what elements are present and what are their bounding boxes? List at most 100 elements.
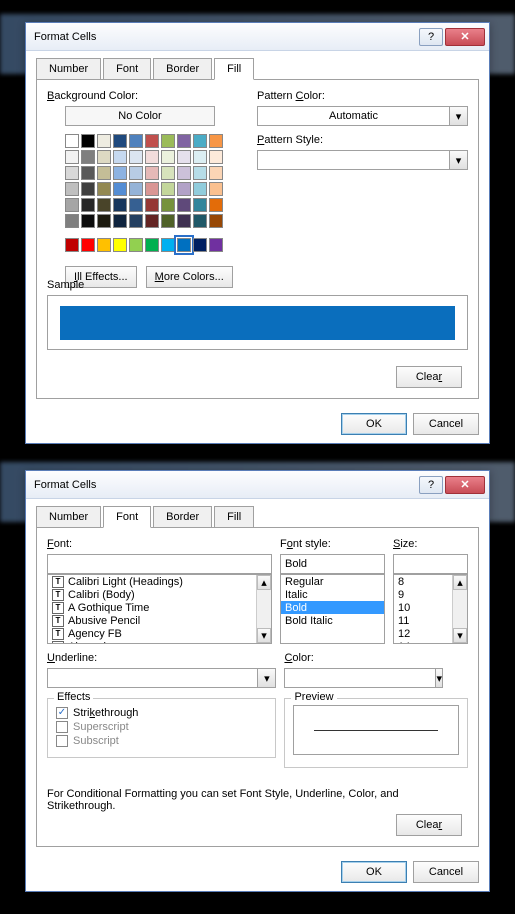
color-swatch[interactable] (145, 198, 159, 212)
color-swatch[interactable] (193, 182, 207, 196)
list-item[interactable]: TA Gothique Time (48, 601, 271, 614)
color-swatch[interactable] (113, 238, 127, 252)
color-swatch[interactable] (81, 150, 95, 164)
color-swatch[interactable] (113, 166, 127, 180)
color-swatch[interactable] (81, 182, 95, 196)
color-swatch[interactable] (65, 150, 79, 164)
cancel-button[interactable]: Cancel (413, 413, 479, 435)
color-swatch[interactable] (161, 182, 175, 196)
color-swatch[interactable] (113, 182, 127, 196)
tab-font[interactable]: Font (103, 58, 151, 80)
chevron-down-icon[interactable]: ▾ (450, 106, 468, 126)
color-swatch[interactable] (81, 166, 95, 180)
color-swatch[interactable] (193, 150, 207, 164)
color-swatch[interactable] (113, 198, 127, 212)
color-swatch[interactable] (113, 214, 127, 228)
color-swatch[interactable] (81, 238, 95, 252)
color-swatch[interactable] (209, 166, 223, 180)
color-swatch[interactable] (129, 182, 143, 196)
color-swatch[interactable] (65, 166, 79, 180)
ok-button[interactable]: OK (341, 861, 407, 883)
color-swatch[interactable] (145, 238, 159, 252)
color-swatch[interactable] (129, 198, 143, 212)
list-item[interactable]: Bold (281, 601, 384, 614)
color-swatch[interactable] (81, 198, 95, 212)
color-swatch[interactable] (177, 198, 191, 212)
color-swatch[interactable] (209, 238, 223, 252)
color-swatch[interactable] (209, 182, 223, 196)
list-item[interactable]: Bold Italic (281, 614, 384, 627)
color-swatch[interactable] (81, 214, 95, 228)
tab-border[interactable]: Border (153, 58, 212, 80)
color-swatch[interactable] (129, 134, 143, 148)
color-swatch[interactable] (161, 166, 175, 180)
color-swatch[interactable] (177, 214, 191, 228)
color-swatch[interactable] (97, 150, 111, 164)
color-swatch[interactable] (129, 214, 143, 228)
color-swatch[interactable] (97, 134, 111, 148)
color-swatch[interactable] (193, 214, 207, 228)
subscript-checkbox[interactable]: Subscript (56, 735, 267, 747)
tab-fill[interactable]: Fill (214, 58, 254, 80)
color-swatch[interactable] (177, 150, 191, 164)
font-style-input[interactable] (280, 554, 385, 574)
pattern-style-dropdown[interactable]: ▾ (257, 150, 468, 170)
color-swatch[interactable] (193, 198, 207, 212)
color-swatch[interactable] (161, 238, 175, 252)
tab-font[interactable]: Font (103, 506, 151, 528)
color-swatch[interactable] (177, 182, 191, 196)
color-swatch[interactable] (113, 134, 127, 148)
list-item[interactable]: TAbusive Pencil (48, 614, 271, 627)
chevron-down-icon[interactable]: ▾ (436, 668, 443, 688)
color-swatch[interactable] (129, 166, 143, 180)
chevron-down-icon[interactable]: ▾ (450, 150, 468, 170)
chevron-down-icon[interactable]: ▾ (258, 668, 276, 688)
color-swatch[interactable] (65, 198, 79, 212)
color-swatch[interactable] (81, 134, 95, 148)
color-dropdown[interactable]: ▾ (284, 668, 374, 688)
color-swatch[interactable] (113, 150, 127, 164)
tab-number[interactable]: Number (36, 506, 101, 528)
clear-button[interactable]: Clear (396, 814, 462, 836)
list-item[interactable]: TAgency FB (48, 627, 271, 640)
close-button[interactable]: ✕ (445, 476, 485, 494)
color-swatch[interactable] (161, 150, 175, 164)
strikethrough-checkbox[interactable]: Strikethrough (56, 707, 267, 719)
color-swatch[interactable] (129, 238, 143, 252)
color-swatch[interactable] (209, 198, 223, 212)
color-swatch[interactable] (145, 166, 159, 180)
superscript-checkbox[interactable]: Superscript (56, 721, 267, 733)
scroll-down-icon[interactable]: ▾ (257, 628, 271, 643)
font-input[interactable] (47, 554, 272, 574)
style-listbox[interactable]: RegularItalicBoldBold Italic (280, 574, 385, 644)
cancel-button[interactable]: Cancel (413, 861, 479, 883)
color-swatch[interactable] (177, 134, 191, 148)
color-swatch[interactable] (145, 214, 159, 228)
close-button[interactable]: ✕ (445, 28, 485, 46)
list-item[interactable]: TCalibri Light (Headings) (48, 575, 271, 588)
scroll-up-icon[interactable]: ▴ (257, 575, 271, 590)
size-listbox[interactable]: 8910111214▴▾ (393, 574, 468, 644)
tab-border[interactable]: Border (153, 506, 212, 528)
underline-dropdown[interactable]: ▾ (47, 668, 276, 688)
list-item[interactable]: TCalibri (Body) (48, 588, 271, 601)
color-swatch[interactable] (97, 238, 111, 252)
help-button[interactable]: ? (419, 28, 443, 46)
help-button[interactable]: ? (419, 476, 443, 494)
color-swatch[interactable] (65, 214, 79, 228)
clear-button[interactable]: Clear (396, 366, 462, 388)
size-input[interactable] (393, 554, 468, 574)
scrollbar[interactable]: ▴▾ (452, 575, 467, 643)
color-swatch[interactable] (145, 182, 159, 196)
no-color-button[interactable]: No Color (65, 106, 215, 126)
list-item[interactable]: Regular (281, 575, 384, 588)
color-swatch[interactable] (177, 238, 191, 252)
list-item[interactable]: Italic (281, 588, 384, 601)
color-swatch[interactable] (193, 134, 207, 148)
color-swatch[interactable] (65, 134, 79, 148)
color-swatch[interactable] (161, 134, 175, 148)
font-listbox[interactable]: TCalibri Light (Headings)TCalibri (Body)… (47, 574, 272, 644)
color-swatch[interactable] (177, 166, 191, 180)
list-item[interactable]: TAharoni (48, 640, 271, 644)
color-swatch[interactable] (97, 182, 111, 196)
